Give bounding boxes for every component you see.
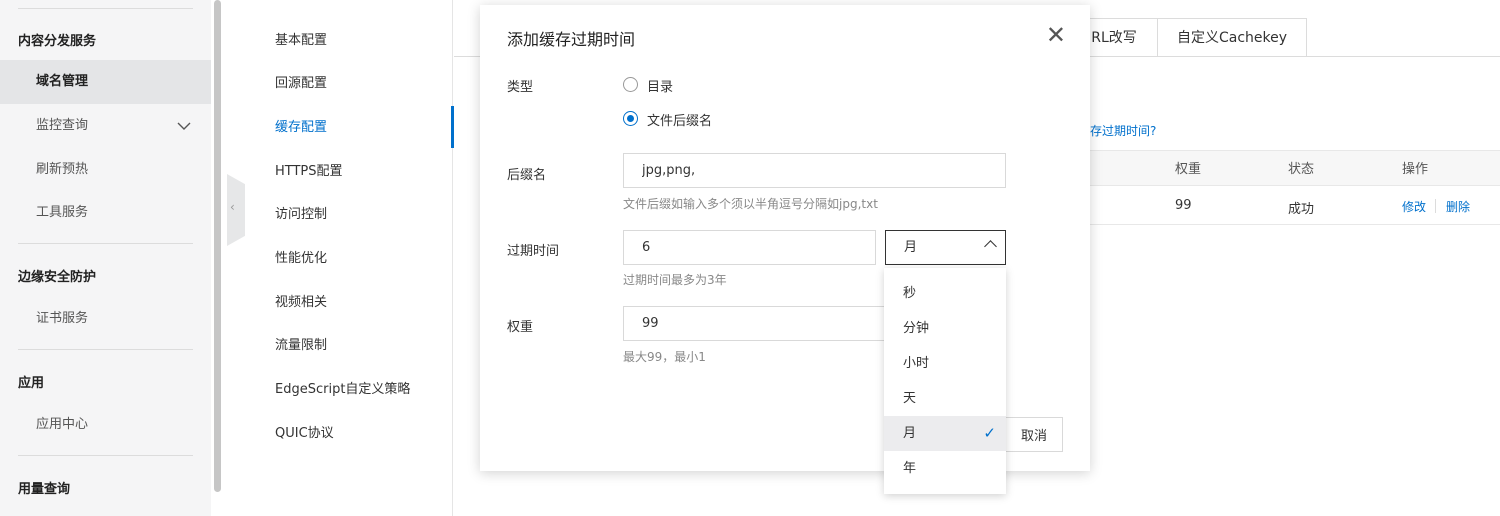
subnav-item-basic[interactable]: 基本配置 [275,31,327,51]
cancel-button[interactable]: 取消 [1006,417,1063,452]
cell-status: 成功 [1288,202,1315,217]
subnav-item-cache[interactable]: 缓存配置 [275,118,327,138]
subnav-item-traffic-limit[interactable]: 流量限制 [275,336,327,356]
sidebar-item-refresh-preload[interactable]: 刷新预热 [0,148,211,192]
sidebar-scrollbar[interactable] [214,0,221,492]
option-hour[interactable]: 小时 [884,346,1006,381]
sidebar-divider [18,243,193,244]
radio-file-suffix[interactable] [623,111,638,126]
weight-hint: 最大99，最小1 [623,350,706,364]
option-month[interactable]: 月 ✓ [884,416,1006,451]
sidebar-divider [18,349,193,350]
subnav-item-access-control[interactable]: 访问控制 [275,205,327,225]
sidebar-item-domain-management[interactable]: 域名管理 [0,60,211,104]
expire-unit-value: 月 [904,240,918,255]
expire-time-input[interactable] [623,230,876,265]
sidebar-divider [18,8,193,9]
sidebar-divider [18,455,193,456]
column-header-weight: 权重 [1175,162,1202,177]
help-link[interactable]: 存过期时间? [1090,122,1156,139]
column-header-status: 状态 [1288,162,1315,177]
tab-custom-cachekey[interactable]: 自定义Cachekey [1157,18,1307,57]
weight-label: 权重 [507,320,534,335]
chevron-up-icon [984,240,997,253]
sidebar-item-tool-service[interactable]: 工具服务 [0,191,211,235]
sidebar-section-apps: 应用 [18,376,45,391]
main-sidebar: 内容分发服务 域名管理 监控查询 刷新预热 工具服务 边缘安全防护 证书服务 应… [0,0,211,516]
sidebar-item-app-center[interactable]: 应用中心 [0,403,211,447]
expire-hint: 过期时间最多为3年 [623,273,727,287]
subnav-item-performance[interactable]: 性能优化 [275,249,327,269]
subnav-item-edgescript[interactable]: EdgeScript自定义策略 [275,380,410,400]
option-label: 月 [903,426,917,441]
suffix-input[interactable] [623,153,1006,188]
sidebar-item-monitoring[interactable]: 监控查询 [0,104,211,148]
sidebar-section-edge-security: 边缘安全防护 [18,270,97,285]
expire-unit-dropdown: 秒 分钟 小时 天 月 ✓ 年 [884,268,1006,494]
radio-directory-label[interactable]: 目录 [647,76,673,95]
dialog-title: 添加缓存过期时间 [507,30,636,49]
subnav-active-indicator [451,106,454,148]
radio-file-suffix-label[interactable]: 文件后缀名 [647,110,712,129]
option-year[interactable]: 年 [884,451,1006,486]
column-header-actions: 操作 [1402,162,1429,177]
edit-link[interactable]: 修改 [1402,198,1426,215]
subnav-item-https[interactable]: HTTPS配置 [275,162,343,182]
action-separator [1435,199,1436,213]
config-subnav: 基本配置 回源配置 缓存配置 HTTPS配置 访问控制 性能优化 视频相关 流量… [227,0,453,516]
delete-link[interactable]: 删除 [1446,198,1470,215]
option-minute[interactable]: 分钟 [884,311,1006,346]
sidebar-section-usage: 用量查询 [18,482,71,497]
expire-unit-select[interactable]: 月 [885,230,1006,265]
suffix-label: 后缀名 [507,168,547,183]
option-second[interactable]: 秒 [884,276,1006,311]
radio-directory[interactable] [623,77,638,92]
sidebar-item-certificate-service[interactable]: 证书服务 [0,297,211,341]
type-label: 类型 [507,80,534,95]
suffix-hint: 文件后缀如输入多个须以半角逗号分隔如jpg,txt [623,197,878,211]
chevron-left-icon: ‹ [230,200,235,214]
subnav-item-quic[interactable]: QUIC协议 [275,424,334,444]
cell-weight: 99 [1175,198,1192,213]
sidebar-item-label: 监控查询 [36,118,89,133]
collapse-sidebar-handle[interactable]: ‹ [227,174,245,246]
subnav-item-origin[interactable]: 回源配置 [275,74,327,94]
subnav-item-video[interactable]: 视频相关 [275,293,327,313]
close-icon[interactable]: ✕ [1046,21,1066,49]
sidebar-section-cdn: 内容分发服务 [18,34,97,49]
expire-label: 过期时间 [507,244,560,259]
weight-input[interactable] [623,306,885,341]
option-day[interactable]: 天 [884,381,1006,416]
check-icon: ✓ [983,424,996,442]
table-row-divider [1090,224,1500,225]
